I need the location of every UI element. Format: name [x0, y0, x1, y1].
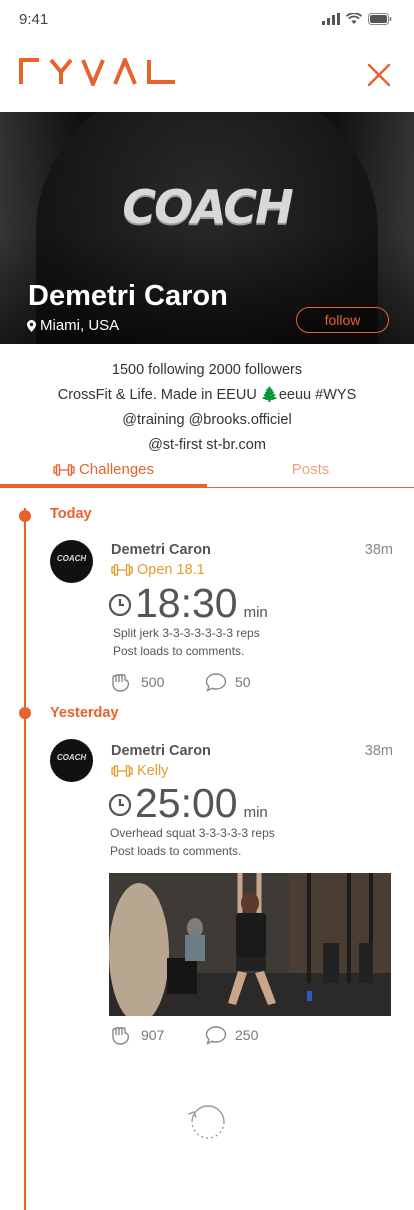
barbell-icon	[111, 564, 133, 576]
post-author[interactable]: Demetri Caron	[111, 542, 211, 558]
result-unit: min	[243, 604, 268, 621]
follow-button[interactable]: follow	[296, 307, 389, 333]
follow-stats: 1500 following 2000 followers	[111, 362, 303, 378]
location-pin-icon	[27, 319, 36, 332]
ryval-logo	[19, 58, 175, 86]
comment-count: 50	[235, 674, 251, 690]
status-time: 9:41	[19, 11, 49, 28]
post-description: Split jerk 3-3-3-3-3-3-3 reps Post loads…	[113, 626, 260, 658]
result-unit: min	[243, 804, 268, 821]
timeline-dot	[19, 707, 31, 719]
section-label-yesterday: Yesterday	[50, 705, 119, 721]
app-header	[0, 40, 414, 112]
like-button[interactable]: 907	[109, 1025, 205, 1045]
section-label-today: Today	[50, 506, 92, 522]
bio-links[interactable]: @st-first st-br.com	[0, 433, 414, 458]
tab-challenges-label: Challenges	[78, 461, 155, 478]
tab-posts[interactable]: Posts	[207, 456, 414, 487]
hero-coach-text: COACH	[122, 180, 293, 234]
workout-label: Kelly	[137, 763, 169, 779]
clock-icon	[108, 593, 132, 617]
avatar[interactable]: COACH	[50, 540, 93, 583]
status-bar: 9:41	[0, 0, 414, 40]
bio-mentions[interactable]: @training @brooks.officiel	[0, 408, 414, 433]
like-count: 500	[141, 674, 165, 690]
tab-challenges[interactable]: Challenges	[0, 456, 207, 487]
like-button[interactable]: 500	[109, 672, 205, 692]
wifi-icon	[346, 13, 362, 24]
workout-name[interactable]: Kelly	[111, 763, 168, 779]
comment-icon	[205, 673, 227, 692]
post-reactions: 500 50	[109, 672, 251, 692]
profile-bio: 1500 following 2000 followers CrossFit &…	[0, 358, 414, 458]
comment-icon	[205, 1026, 227, 1045]
workout-name[interactable]: Open 18.1	[111, 562, 205, 578]
profile-tabs: Challenges Posts	[0, 456, 414, 488]
comment-count: 250	[235, 1027, 259, 1043]
timeline-dot	[19, 510, 31, 522]
result: 25:00 min	[108, 780, 268, 827]
post-time: 38m	[364, 743, 393, 759]
location-label: Miami, USA	[40, 317, 120, 334]
post-author[interactable]: Demetri Caron	[111, 743, 211, 759]
comment-button[interactable]: 50	[205, 672, 251, 692]
like-count: 907	[141, 1027, 165, 1043]
timeline-line	[24, 508, 26, 1210]
post-time: 38m	[364, 542, 393, 558]
result-value: 25:00	[135, 780, 238, 826]
bio-text: CrossFit & Life. Made in EEUU 🌲eeuu #WYS	[57, 387, 357, 403]
clock-icon	[108, 793, 132, 817]
profile-location: Miami, USA	[27, 317, 119, 334]
close-icon[interactable]	[366, 62, 392, 88]
workout-label: Open 18.1	[137, 562, 205, 578]
post-reactions: 907 250	[109, 1025, 258, 1045]
post-photo[interactable]	[109, 873, 391, 1016]
profile-name: Demetri Caron	[28, 280, 228, 312]
barbell-icon	[111, 765, 133, 777]
post-description: Overhead squat 3-3-3-3-3 reps Post loads…	[110, 826, 275, 858]
signal-icon	[322, 13, 340, 25]
fist-icon	[112, 674, 130, 692]
status-icons	[322, 13, 392, 25]
fist-icon	[112, 1027, 130, 1045]
barbell-icon	[53, 464, 75, 476]
battery-icon	[368, 13, 392, 25]
tab-posts-label: Posts	[291, 461, 330, 478]
avatar[interactable]: COACH	[50, 739, 93, 782]
comment-button[interactable]: 250	[205, 1025, 258, 1045]
result-value: 18:30	[135, 580, 238, 626]
refresh-icon[interactable]	[186, 1100, 230, 1144]
gym-photo-illustration	[109, 873, 391, 1016]
result: 18:30 min	[108, 580, 268, 627]
